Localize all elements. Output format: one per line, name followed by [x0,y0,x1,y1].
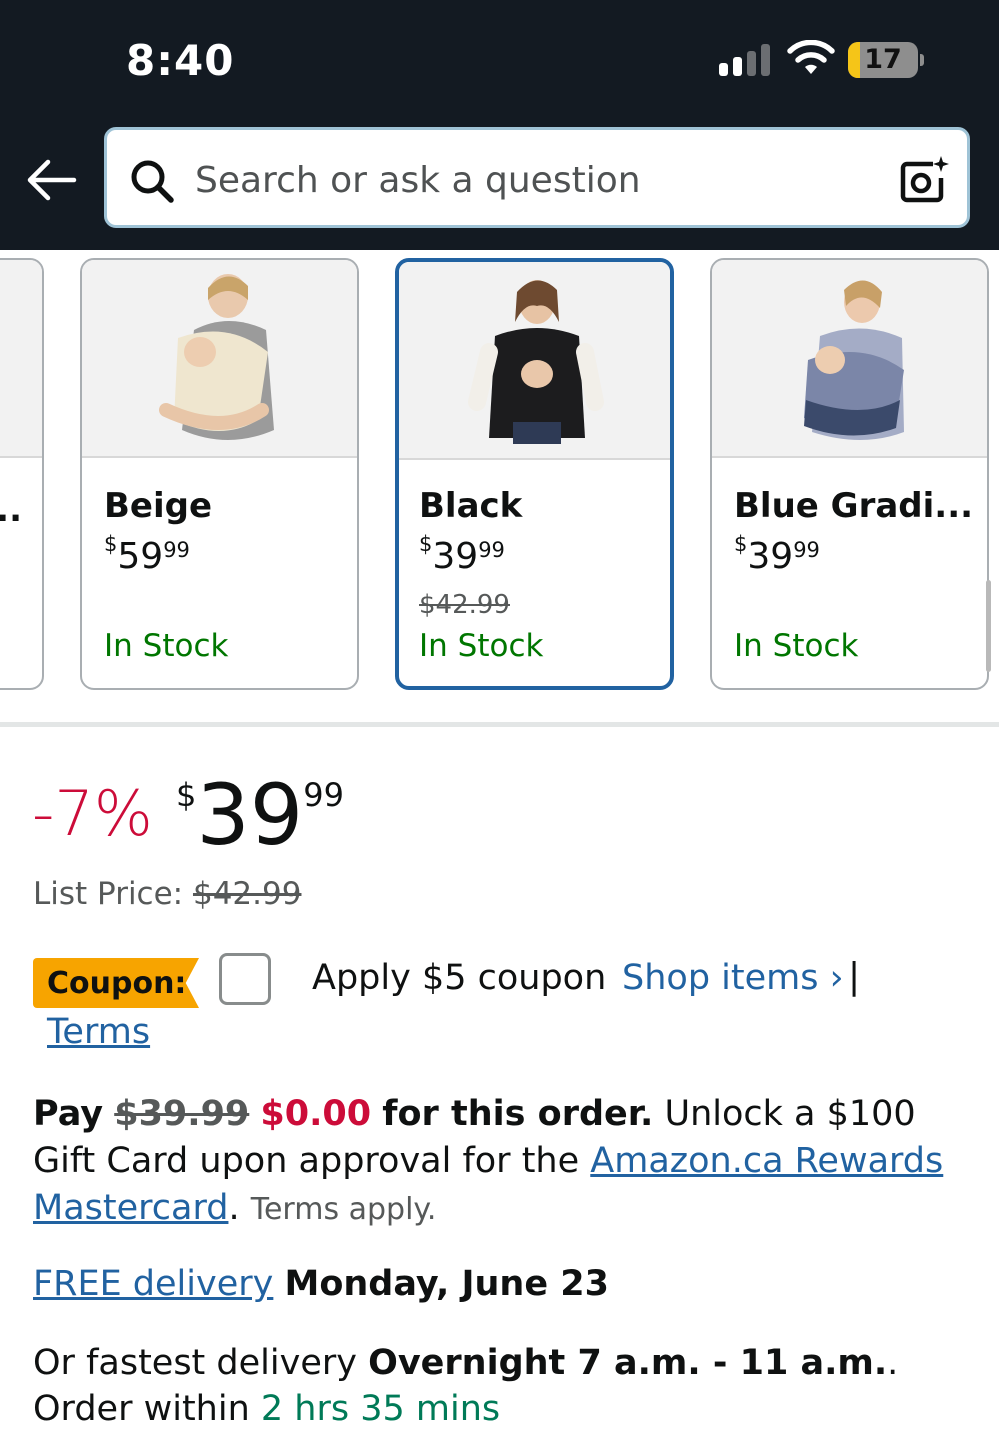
search-icon [131,160,174,203]
free-delivery-link[interactable]: FREE delivery [33,1264,273,1304]
search-input[interactable]: Search or ask a question [195,160,641,201]
scrollbar[interactable] [986,580,991,672]
variant-stock-status: In Stock [734,628,859,664]
variant-card-partial[interactable]: .. [0,258,44,690]
status-time: 8:40 [126,36,235,85]
variant-stock-status: In Stock [419,628,544,664]
variant-price: $3999 [734,532,820,577]
current-price: $3999 [176,766,344,864]
battery-icon: 17 [848,42,924,78]
list-price: List Price: $42.99 [33,876,302,912]
variant-carousel[interactable]: .. Beige $5999 In Stock [0,250,999,710]
section-divider [0,722,999,727]
countdown-timer: 2 hrs 35 mins [260,1389,501,1429]
search-bar[interactable]: Search or ask a question [104,127,970,228]
variant-list-price: $42.99 [419,590,510,620]
wifi-icon [787,40,835,74]
delivery-info: FREE delivery Monday, June 23 [33,1264,609,1304]
coupon-terms-link[interactable]: Terms [47,1012,150,1052]
cellular-signal-icon [719,42,771,76]
product-image [82,260,357,458]
variant-name: Blue Gradi... [734,486,974,526]
variant-name-truncated: .. [0,490,22,530]
variant-name: Beige [104,486,213,526]
variant-card-blue-gradient[interactable]: Blue Gradi... $3999 In Stock [710,258,989,690]
coupon-apply-text[interactable]: Apply $5 coupon [312,958,606,998]
variant-stock-status: In Stock [104,628,229,664]
variant-card-black[interactable]: Black $3999 $42.99 In Stock [395,258,674,690]
shop-items-link[interactable]: Shop items › [622,958,844,998]
variant-price: $3999 [419,532,505,577]
link-separator: | [848,956,861,997]
variant-card-beige[interactable]: Beige $5999 In Stock [80,258,359,690]
camera-icon[interactable] [897,154,949,206]
variant-name: Black [419,486,523,526]
product-image [712,260,987,458]
coupon-checkbox[interactable] [219,953,271,1005]
discount-percent: -7% [32,777,153,850]
fastest-delivery-info: Or fastest delivery Overnight 7 a.m. - 1… [33,1343,899,1429]
coupon-badge: Coupon: [33,958,199,1008]
back-arrow-icon[interactable] [24,158,78,202]
product-image [399,262,670,460]
top-header: 8:40 17 Search or ask a question [0,0,999,250]
variant-price: $5999 [104,532,190,577]
credit-card-promo: Pay $39.99 $0.00 for this order. Unlock … [33,1094,944,1228]
battery-level: 17 [864,44,902,75]
